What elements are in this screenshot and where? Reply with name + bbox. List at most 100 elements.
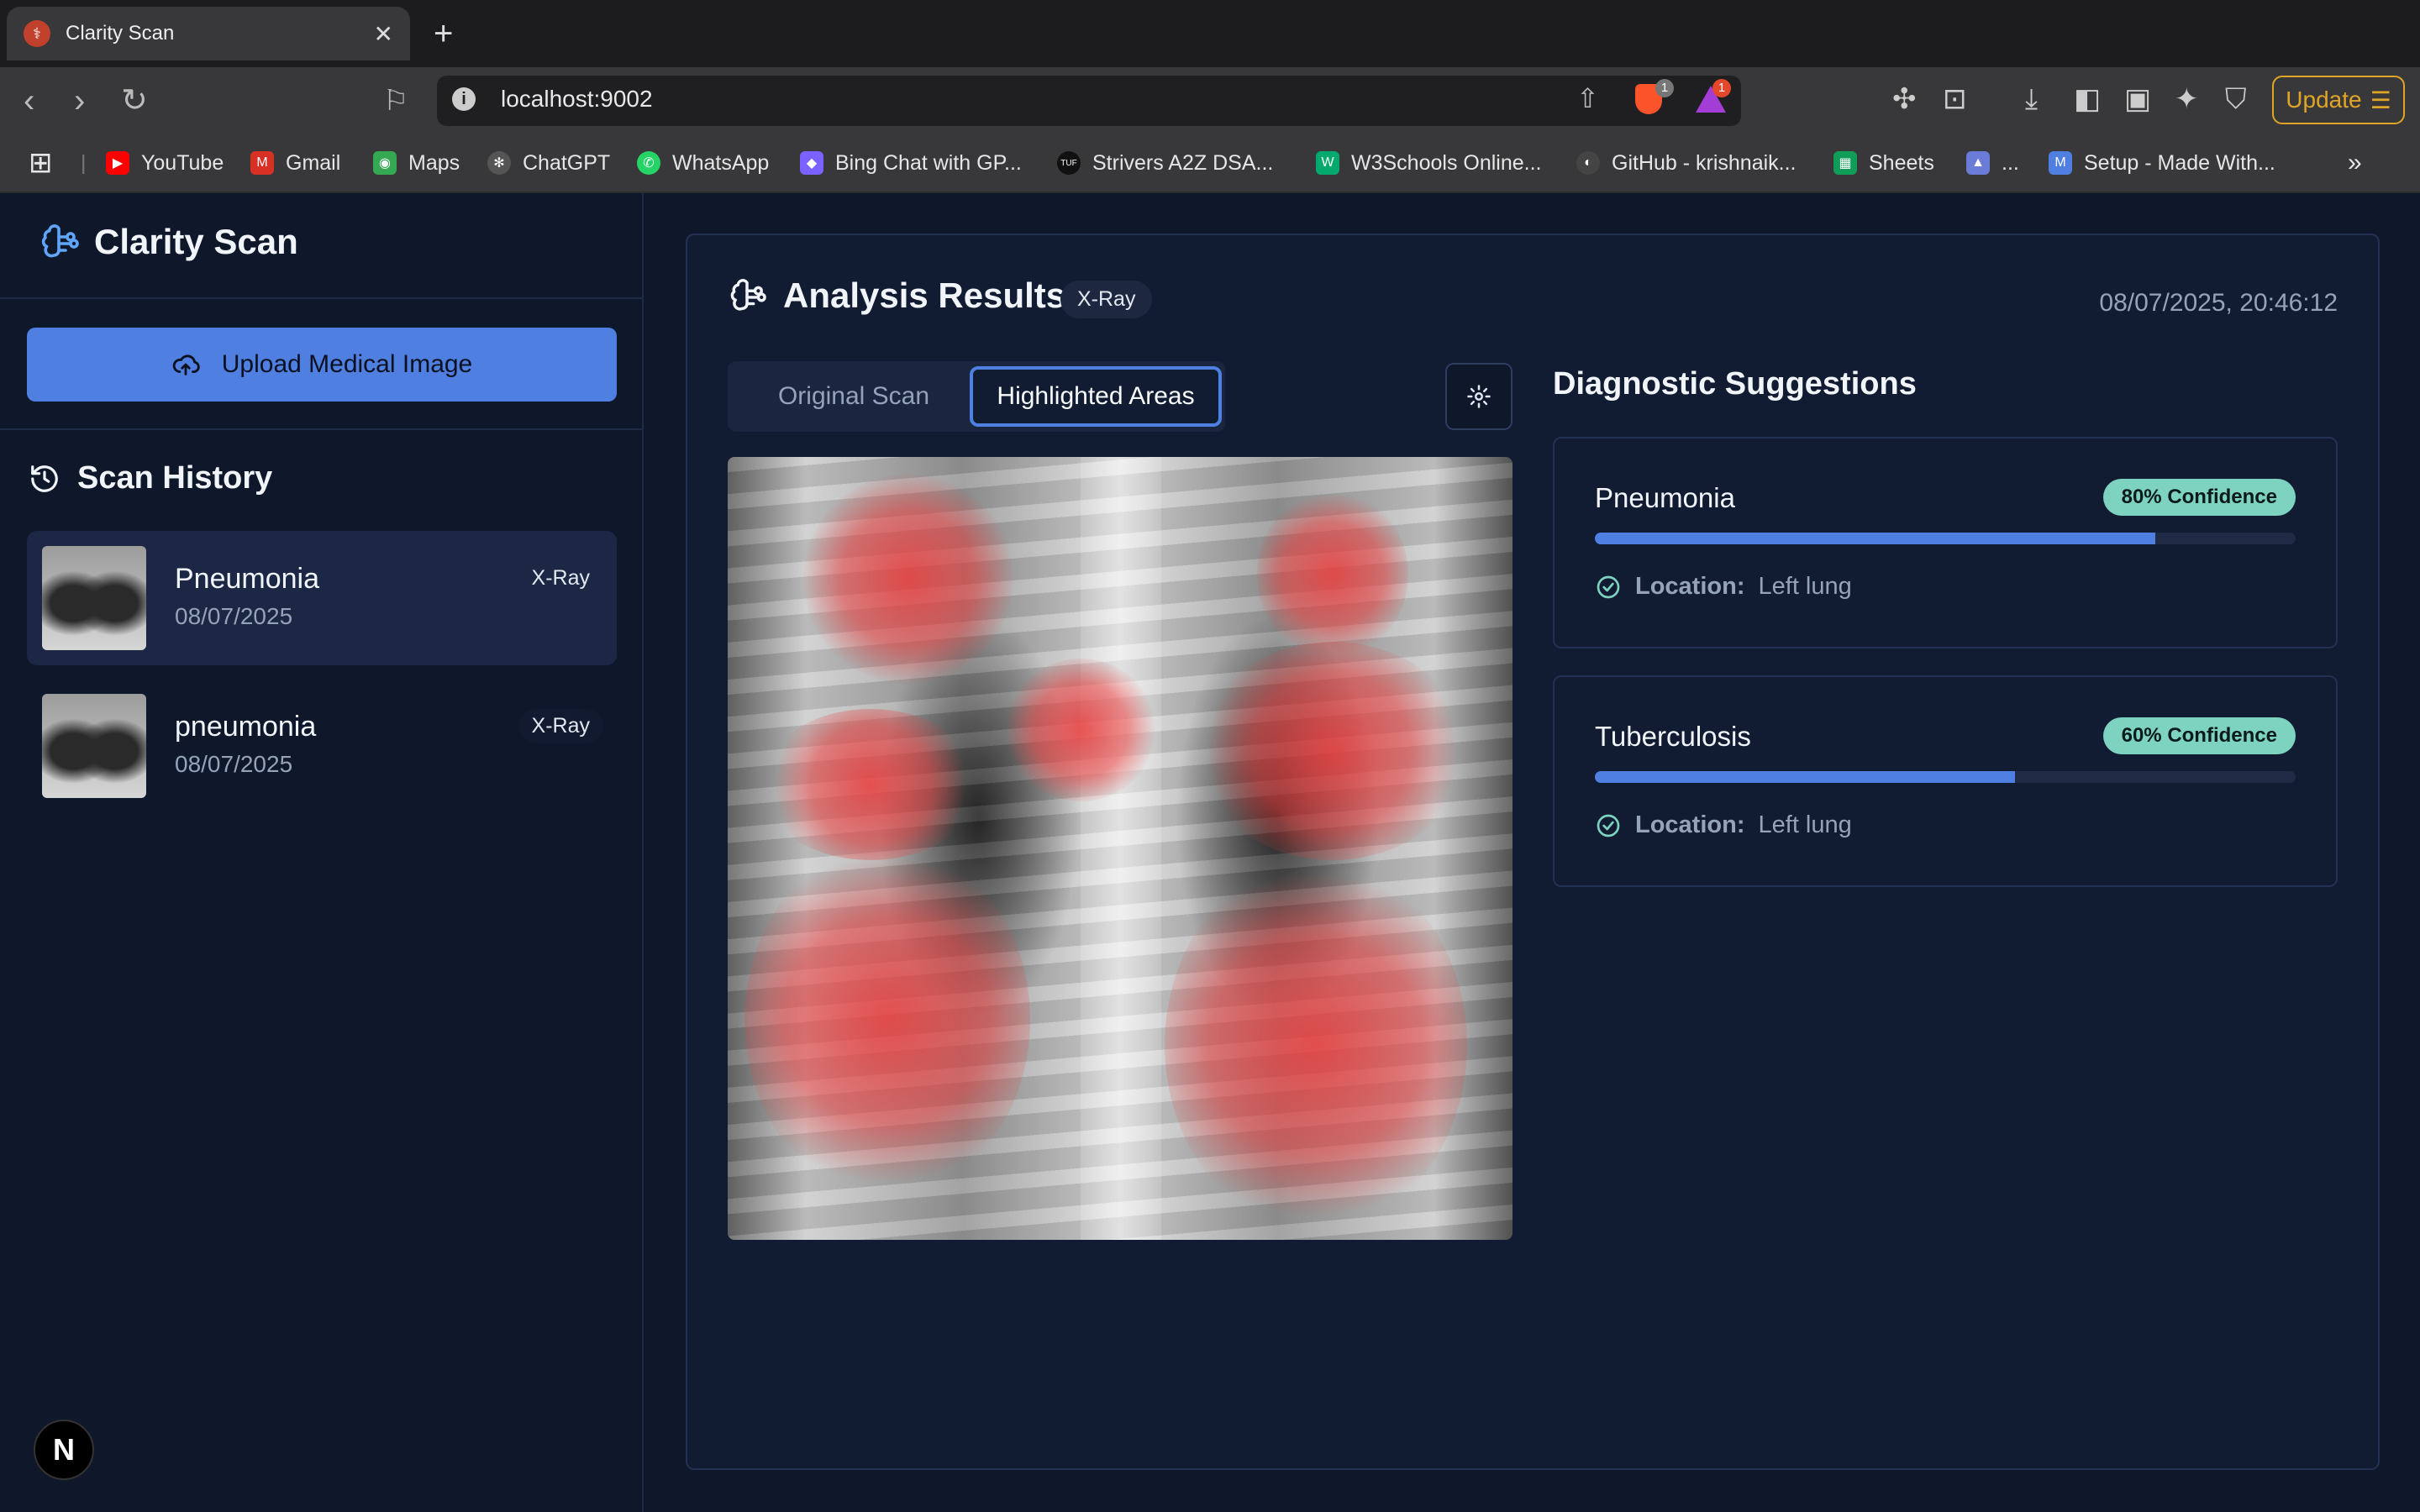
url-text[interactable]: localhost:9002: [501, 86, 653, 113]
app-brand[interactable]: Clarity Scan: [39, 222, 298, 262]
madewith-icon: M: [2049, 151, 2072, 175]
xray-spine: [1081, 457, 1161, 1240]
history-item-date: 08/07/2025: [175, 603, 293, 629]
new-tab-icon[interactable]: +: [434, 15, 453, 52]
upload-label: Upload Medical Image: [221, 350, 473, 378]
chatgpt-icon: ✻: [487, 151, 511, 175]
confidence-bar-fill: [1595, 533, 2156, 544]
app-name: Clarity Scan: [94, 222, 298, 261]
bookmark-label: GitHub - krishnaik...: [1612, 150, 1797, 175]
confidence-bar: [1595, 533, 2296, 544]
history-item[interactable]: pneumonia 08/07/2025 X-Ray: [27, 679, 617, 813]
tuf-icon: TUF: [1057, 151, 1081, 175]
history-item-type: X-Ray: [531, 566, 590, 590]
rewards-count-badge: 1: [1712, 79, 1731, 97]
bookmark-label: Bing Chat with GP...: [835, 150, 1022, 175]
reload-icon[interactable]: ↻: [121, 81, 148, 121]
more-bookmarks-icon[interactable]: »: [2348, 148, 2362, 178]
upload-image-button[interactable]: Upload Medical Image: [27, 328, 617, 402]
bookmark-label: ChatGPT: [523, 150, 611, 175]
analysis-results-heading: Analysis Results: [728, 276, 1065, 316]
location-label: Location:: [1635, 811, 1745, 838]
bookmark-label: YouTube: [141, 150, 224, 175]
menu-icon: ☰: [2370, 87, 2391, 113]
bookmark-setup[interactable]: M Setup - Made With...: [2049, 148, 2275, 178]
gmail-icon: M: [250, 151, 274, 175]
history-icon: [31, 465, 58, 492]
modality-badge: X-Ray: [1060, 281, 1153, 318]
close-tab-icon[interactable]: ✕: [374, 20, 393, 48]
bookmark-w3schools[interactable]: W W3Schools Online...: [1316, 148, 1542, 178]
xray-image-highlighted: [728, 457, 1512, 1240]
apps-grid-icon[interactable]: ⊞: [29, 147, 53, 179]
diagnostic-suggestions-title: Diagnostic Suggestions: [1553, 366, 1917, 402]
history-item-date: 08/07/2025: [175, 751, 293, 777]
wallet-icon[interactable]: ▣: [2124, 82, 2151, 116]
history-item-name: pneumonia: [175, 711, 317, 743]
youtube-icon: ▶: [106, 151, 129, 175]
scan-history-title: Scan History: [77, 460, 273, 496]
bookmark-github[interactable]: ◐ GitHub - krishnaik...: [1576, 148, 1797, 178]
share-icon[interactable]: ⇧: [1576, 82, 1599, 114]
history-item-name: Pneumonia: [175, 563, 320, 595]
highlight-region: [803, 474, 1013, 684]
forward-icon[interactable]: ›: [74, 81, 85, 121]
update-label: Update: [2286, 87, 2362, 113]
location-label: Location:: [1635, 573, 1745, 600]
maps-icon: ◉: [373, 151, 397, 175]
site-info-icon[interactable]: i: [452, 87, 476, 111]
screenshot-icon[interactable]: ⊡: [1943, 82, 1967, 116]
update-button[interactable]: Update ☰: [2272, 76, 2405, 124]
highlight-region: [1005, 659, 1156, 801]
suggestion-name: Pneumonia: [1595, 482, 1735, 513]
shields-count-badge: 1: [1655, 79, 1674, 97]
bookmark-sheets[interactable]: ▦ Sheets: [1833, 148, 1934, 178]
bookmark-image[interactable]: ▲...: [1966, 148, 2019, 178]
bookmark-label: Maps: [408, 150, 460, 175]
github-icon: ◐: [1576, 151, 1600, 175]
highlight-region: [761, 709, 980, 860]
scan-thumbnail: [42, 694, 146, 798]
bookmark-label: ...: [2002, 150, 2019, 175]
bookmark-label: Sheets: [1869, 150, 1934, 175]
bookmark-maps[interactable]: ◉ Maps: [373, 148, 460, 178]
highlight-region: [1165, 860, 1467, 1230]
leo-ai-icon[interactable]: ✦: [2175, 82, 2199, 116]
history-item-type: X-Ray: [518, 709, 603, 743]
bookmark-gmail[interactable]: M Gmail: [250, 148, 340, 178]
vpn-icon[interactable]: ⛉: [2225, 82, 2247, 116]
highlight-region: [1198, 642, 1467, 860]
bookmark-strivers[interactable]: TUF Strivers A2Z DSA...: [1057, 148, 1273, 178]
extensions-icon[interactable]: ✣: [1892, 82, 1917, 116]
bookmark-whatsapp[interactable]: ✆ WhatsApp: [637, 148, 769, 178]
tab-highlighted-areas[interactable]: Highlighted Areas: [970, 366, 1222, 427]
confidence-badge: 60% Confidence: [2102, 717, 2296, 754]
nextjs-dev-button[interactable]: N: [34, 1420, 94, 1480]
tab-title: Clarity Scan: [66, 22, 175, 45]
tab-original-scan[interactable]: Original Scan: [739, 366, 968, 427]
cloud-upload-icon: [172, 354, 200, 375]
sheets-icon: ▦: [1833, 151, 1857, 175]
location-value: Left lung: [1758, 811, 1852, 838]
check-circle-icon: [1597, 575, 1620, 598]
location-value: Left lung: [1758, 573, 1852, 600]
w3schools-icon: W: [1316, 151, 1339, 175]
analysis-timestamp: 08/07/2025, 20:46:12: [2099, 289, 2338, 317]
settings-button[interactable]: [1445, 363, 1512, 430]
download-icon[interactable]: ⤓: [2025, 82, 2038, 116]
bookmark-icon[interactable]: ⚐: [383, 81, 408, 121]
bookmark-label: W3Schools Online...: [1351, 150, 1542, 175]
confidence-bar-fill: [1595, 771, 2016, 783]
suggestion-card: Tuberculosis 60% Confidence Location: Le…: [1553, 675, 2338, 887]
bookmark-chatgpt[interactable]: ✻ ChatGPT: [487, 148, 610, 178]
bookmark-bing-chat[interactable]: ◆ Bing Chat with GP...: [800, 148, 1022, 178]
browser-tab[interactable]: ⚕ Clarity Scan ✕: [7, 7, 410, 60]
check-circle-icon: [1597, 814, 1620, 837]
suggestion-card: Pneumonia 80% Confidence Location: Left …: [1553, 437, 2338, 648]
bookmark-youtube[interactable]: ▶ YouTube: [106, 148, 224, 178]
location-row: Location: Left lung: [1595, 573, 1852, 601]
back-icon[interactable]: ‹: [24, 81, 34, 121]
whatsapp-icon: ✆: [637, 151, 660, 175]
sidebar-toggle-icon[interactable]: ◧: [2074, 82, 2101, 116]
history-item[interactable]: Pneumonia 08/07/2025 X-Ray: [27, 531, 617, 665]
